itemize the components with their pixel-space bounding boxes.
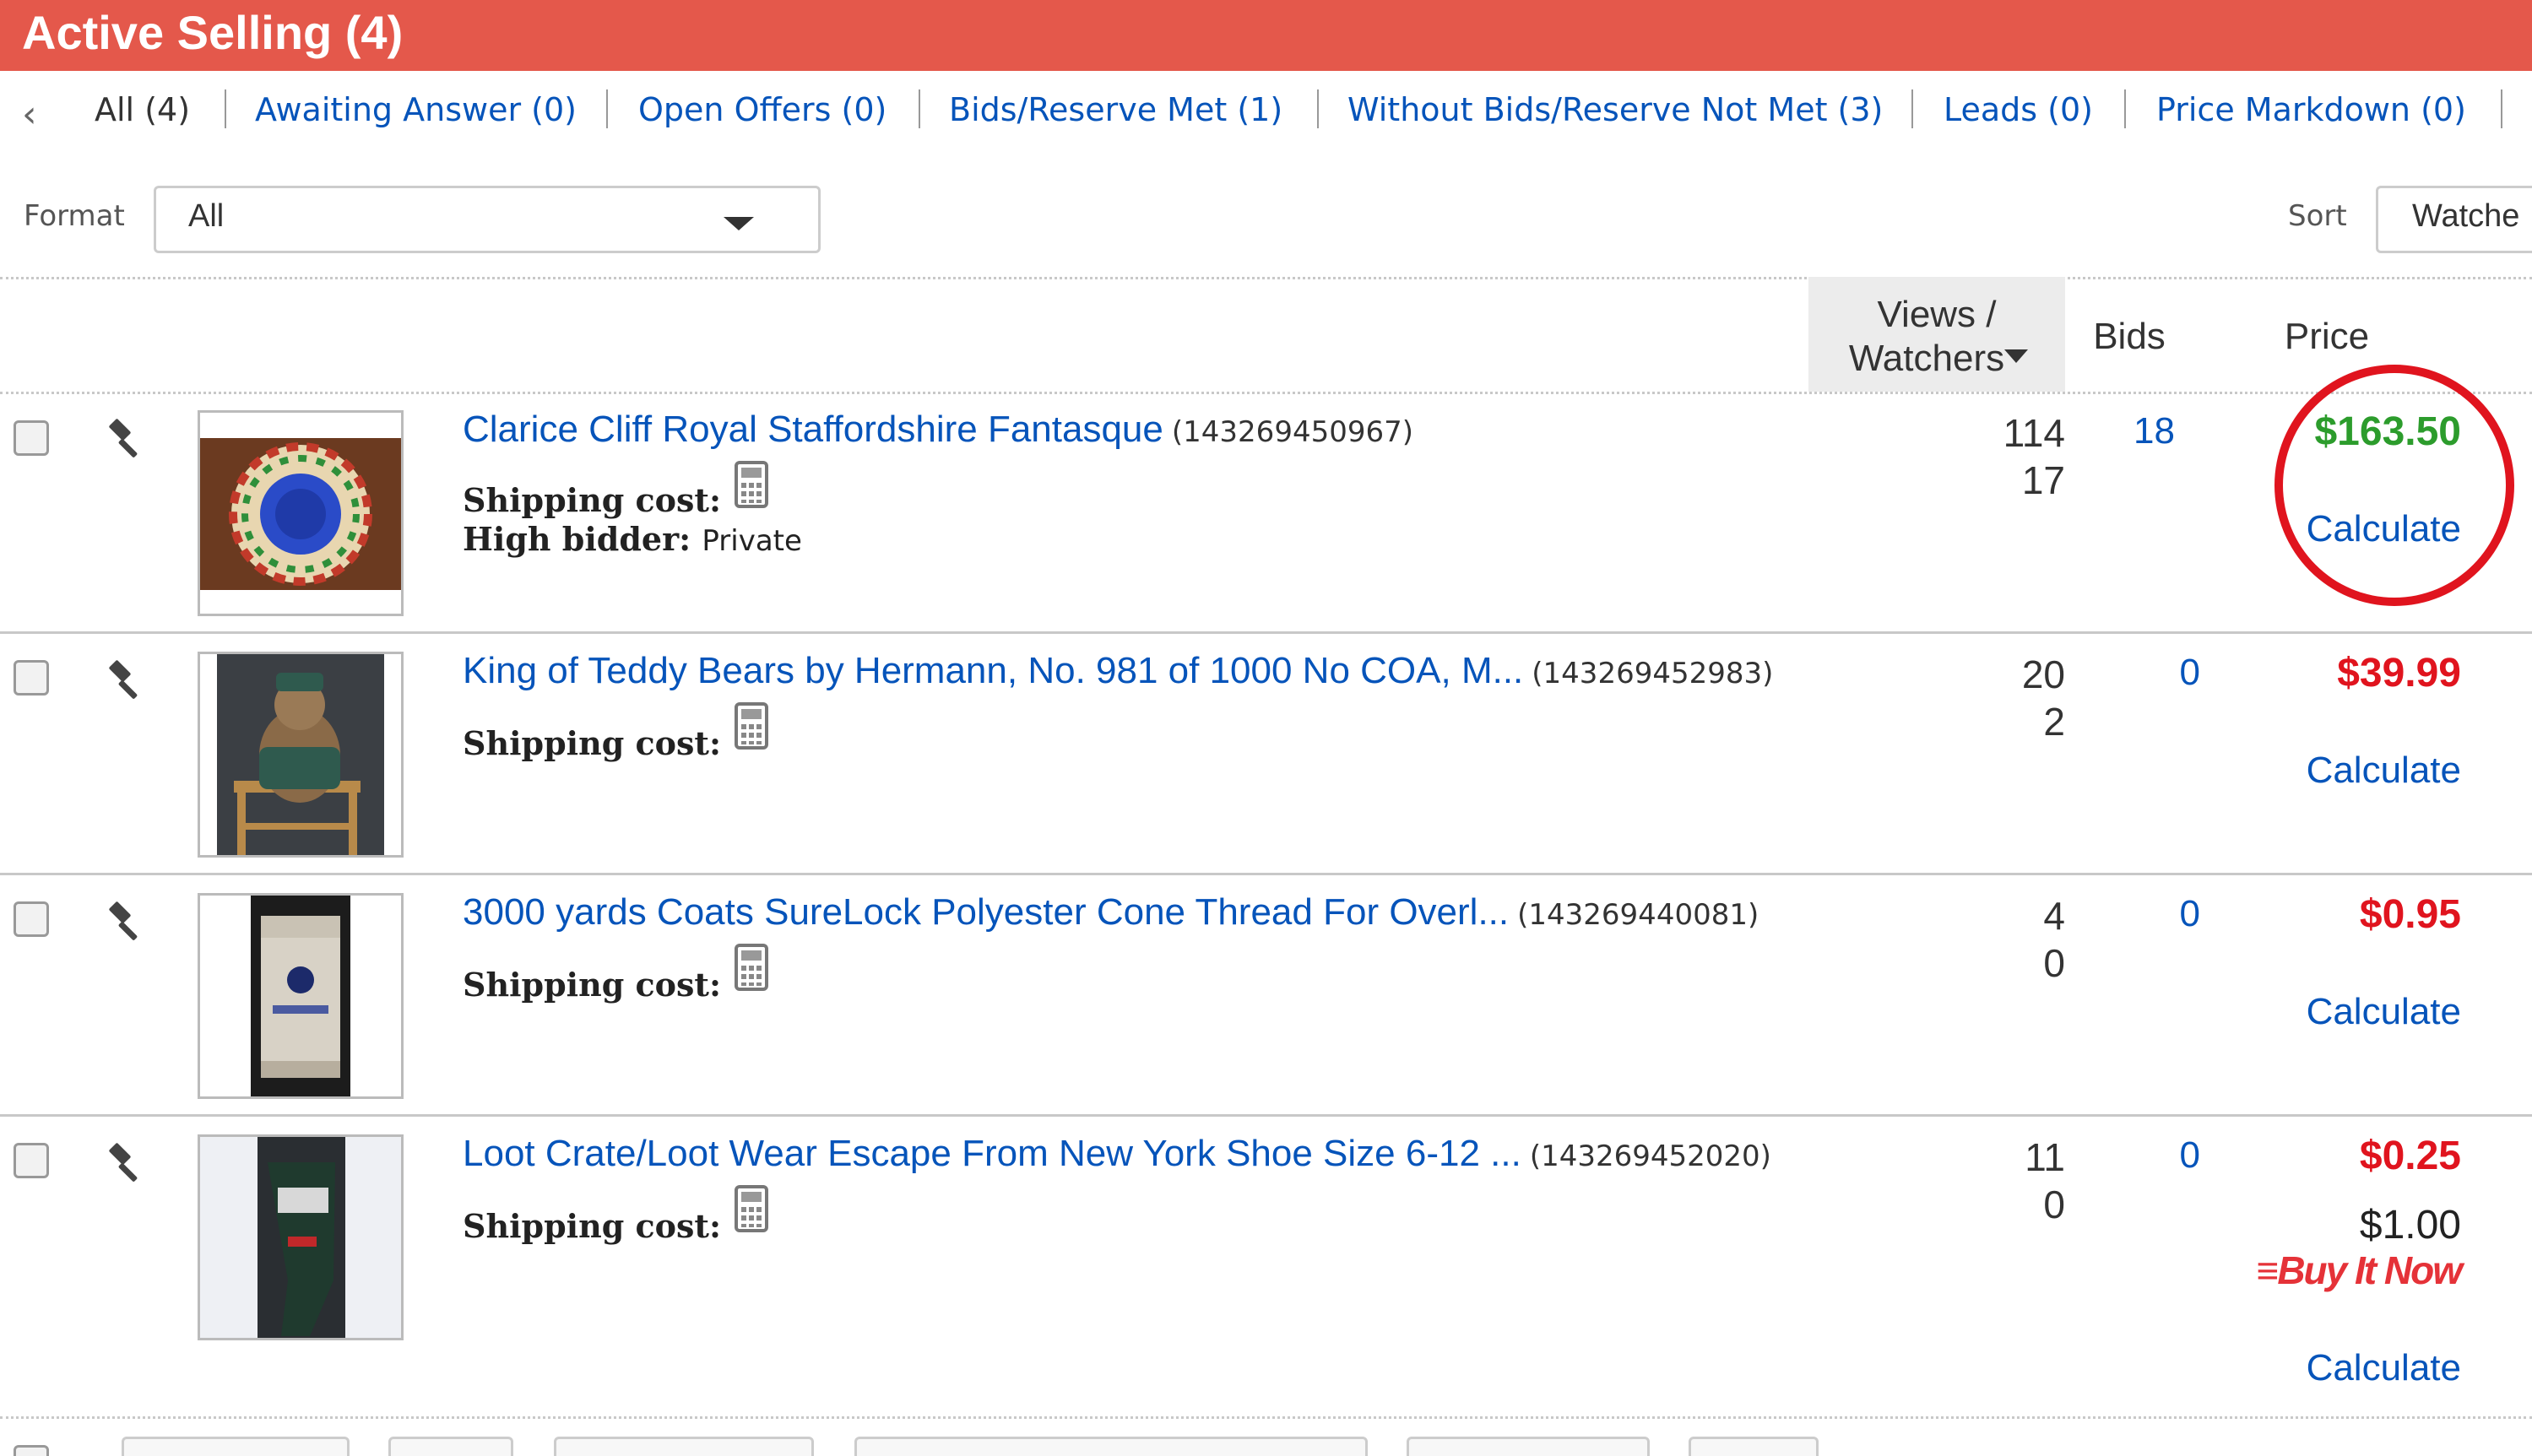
tab-separator (1317, 89, 1319, 128)
current-price: $0.95 (2359, 892, 2461, 937)
item-title[interactable]: Loot Crate/Loot Wear Escape From New Yor… (463, 1133, 1521, 1174)
calculator-icon[interactable] (735, 461, 768, 508)
shipping-cost-label: Shipping cost: (463, 1207, 721, 1245)
item-id: (143269452983) (1532, 657, 1774, 690)
watchers-count: 0 (2043, 941, 2065, 985)
row-checkbox[interactable] (14, 660, 49, 696)
shipping-cost-label: Shipping cost: (463, 966, 721, 1004)
sort-select[interactable]: Watche (2376, 186, 2532, 253)
item-title[interactable]: King of Teddy Bears by Hermann, No. 981 … (463, 650, 1523, 691)
format-select-value: All (188, 198, 225, 234)
views-header-label: Views / (1877, 294, 1997, 335)
item-title-link[interactable]: 3000 yards Coats SureLock Polyester Cone… (463, 891, 1759, 934)
calculate-shipping-link[interactable]: Calculate (2208, 991, 2461, 1033)
sort-label: Sort (2288, 199, 2347, 233)
highlight-circle (2274, 365, 2514, 606)
tab-bids-reserve-met[interactable]: Bids/Reserve Met (1) (949, 91, 1282, 128)
tab-separator (1911, 89, 1913, 128)
calculator-icon[interactable] (735, 702, 768, 750)
tab-awaiting-answer[interactable]: Awaiting Answer (0) (255, 91, 577, 128)
current-price: $0.25 (2359, 1134, 2461, 1178)
row-divider (0, 631, 2532, 634)
views-count: 20 (2021, 652, 2065, 696)
bids-count-link[interactable]: 18 (2074, 410, 2175, 452)
page-header: Active Selling (4) (0, 0, 2532, 71)
footer-action-button[interactable] (1689, 1437, 1819, 1456)
divider (0, 392, 2532, 394)
current-price: $39.99 (2337, 651, 2461, 696)
views-count: 114 (2003, 411, 2065, 455)
select-all-checkbox[interactable] (14, 1445, 49, 1456)
gavel-icon[interactable] (105, 415, 152, 463)
calculator-icon[interactable] (735, 944, 768, 991)
row-divider (0, 873, 2532, 875)
bids-count: 0 (2179, 893, 2200, 934)
shipping-cost-label: Shipping cost: (463, 724, 721, 762)
gavel-icon[interactable] (105, 657, 152, 704)
item-title-link[interactable]: Loot Crate/Loot Wear Escape From New Yor… (463, 1133, 1771, 1175)
divider (0, 277, 2532, 279)
high-bidder-value: Private (702, 524, 802, 558)
shipping-cost-label: Shipping cost: (463, 481, 721, 519)
calculator-icon[interactable] (735, 1185, 768, 1232)
footer-action-button[interactable] (122, 1437, 350, 1456)
views-count: 4 (2043, 894, 2065, 938)
chevron-left-icon[interactable]: ‹ (22, 93, 37, 136)
item-title-link[interactable]: King of Teddy Bears by Hermann, No. 981 … (463, 650, 1773, 692)
row-checkbox[interactable] (14, 901, 49, 937)
tab-separator (606, 89, 608, 128)
format-select[interactable]: All (154, 186, 821, 253)
tab-without-bids[interactable]: Without Bids/Reserve Not Met (3) (1347, 91, 1883, 128)
chevron-down-icon (724, 217, 754, 230)
tab-open-offers[interactable]: Open Offers (0) (638, 91, 886, 128)
footer-action-button[interactable] (554, 1437, 814, 1456)
item-id: (143269440081) (1517, 898, 1759, 932)
footer-action-button[interactable] (1407, 1437, 1650, 1456)
views-count: 11 (2025, 1135, 2065, 1179)
row-divider (0, 1114, 2532, 1117)
item-title[interactable]: Clarice Cliff Royal Staffordshire Fantas… (463, 409, 1163, 450)
footer-action-button[interactable] (854, 1437, 1368, 1456)
tab-all[interactable]: All (4) (95, 91, 190, 128)
calculate-shipping-link[interactable]: Calculate (2208, 750, 2461, 792)
item-thumbnail[interactable] (198, 652, 404, 858)
tab-separator (2124, 89, 2126, 128)
item-title-link[interactable]: Clarice Cliff Royal Staffordshire Fantas… (463, 409, 1413, 451)
tab-price-markdown[interactable]: Price Markdown (0) (2156, 91, 2466, 128)
bids-count: 0 (2179, 652, 2200, 693)
high-bidder: High bidder: Private (463, 520, 802, 558)
watchers-count: 17 (2021, 458, 2065, 502)
bids-header[interactable]: Bids (2085, 314, 2173, 360)
item-thumbnail[interactable] (198, 410, 404, 616)
footer-action-button[interactable] (388, 1437, 513, 1456)
views-watchers-header[interactable]: Views / Watchers (1808, 277, 2065, 392)
item-thumbnail[interactable] (198, 893, 404, 1099)
gavel-icon[interactable] (105, 1139, 152, 1187)
row-checkbox[interactable] (14, 420, 49, 456)
high-bidder-label: High bidder: (463, 520, 691, 558)
tab-separator (2501, 89, 2502, 128)
divider (0, 1416, 2532, 1419)
gavel-icon[interactable] (105, 898, 152, 945)
row-checkbox[interactable] (14, 1143, 49, 1178)
tab-separator (225, 89, 226, 128)
filter-tabs: ‹ All (4) Awaiting Answer (0) Open Offer… (0, 84, 2532, 138)
sort-select-value: Watche (2412, 198, 2520, 234)
item-title[interactable]: 3000 yards Coats SureLock Polyester Cone… (463, 891, 1509, 933)
item-thumbnail[interactable] (198, 1134, 404, 1340)
calculate-shipping-link[interactable]: Calculate (2208, 1347, 2461, 1389)
tab-separator (919, 89, 920, 128)
watchers-count: 2 (2043, 700, 2065, 744)
price-header[interactable]: Price (2268, 314, 2386, 360)
page-title: Active Selling (4) (22, 6, 404, 59)
item-id: (143269450967) (1171, 415, 1414, 449)
buy-it-now-price: $1.00 (2359, 1203, 2461, 1248)
buy-it-now-logo: ≡Buy It Now (2256, 1248, 2464, 1292)
tab-leads[interactable]: Leads (0) (1944, 91, 2093, 128)
sort-descending-icon (2004, 349, 2028, 363)
format-label: Format (24, 199, 125, 233)
watchers-count: 0 (2043, 1183, 2065, 1226)
item-id: (143269452020) (1529, 1139, 1771, 1173)
bids-count: 0 (2179, 1134, 2200, 1176)
